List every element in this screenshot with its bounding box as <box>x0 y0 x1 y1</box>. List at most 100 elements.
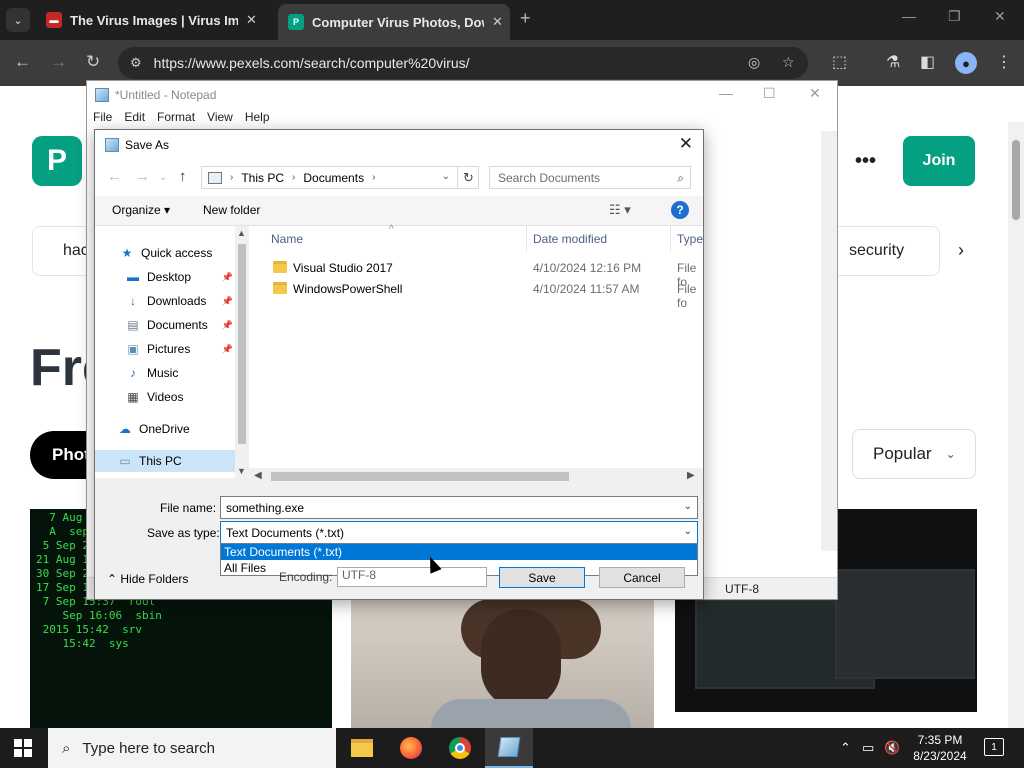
menu-file[interactable]: File <box>93 110 112 130</box>
hide-folders-button[interactable]: ⌃ Hide Folders <box>107 572 188 586</box>
save-as-type-select[interactable]: Text Documents (*.txt) ⌄ <box>220 521 698 544</box>
tab-search-button[interactable]: ⌄ <box>6 8 30 32</box>
notepad-icon <box>105 138 119 152</box>
this-pc-icon: ▭ <box>119 454 131 468</box>
file-name-input[interactable]: something.exe ⌄ <box>220 496 698 519</box>
save-button[interactable]: Save <box>499 567 585 588</box>
menu-format[interactable]: Format <box>157 110 195 130</box>
new-tab-button[interactable]: + <box>520 8 531 29</box>
address-breadcrumb[interactable]: › This PC › Documents › ⌄ <box>201 166 479 189</box>
eye-off-icon[interactable]: ◎ <box>748 54 760 71</box>
scroll-down-icon[interactable]: ▼ <box>237 466 246 476</box>
close-icon[interactable]: ✕ <box>679 134 693 154</box>
cancel-button[interactable]: Cancel <box>599 567 685 588</box>
chevron-up-icon[interactable]: ⌃ <box>840 740 851 756</box>
windows-start-icon[interactable] <box>14 739 32 757</box>
column-header-name[interactable]: Name <box>249 226 527 252</box>
option-text-documents[interactable]: Text Documents (*.txt) <box>221 544 697 560</box>
close-icon[interactable]: ✕ <box>809 85 821 102</box>
system-clock[interactable]: 7:35 PM 8/23/2024 <box>900 732 980 764</box>
status-encoding: UTF-8 <box>725 582 759 596</box>
profile-avatar-icon[interactable]: ● <box>955 52 977 74</box>
recent-locations-icon[interactable]: ⌄ <box>159 172 167 183</box>
volume-muted-icon[interactable]: 🔇 <box>884 740 900 756</box>
pin-icon: 📌 <box>221 343 233 354</box>
refresh-icon: ↻ <box>463 169 474 185</box>
site-settings-icon[interactable]: ⚙ <box>130 55 142 71</box>
pexels-logo[interactable]: P <box>32 136 82 186</box>
menu-edit[interactable]: Edit <box>124 110 145 130</box>
minimize-icon[interactable]: — <box>719 85 733 101</box>
chevron-down-icon[interactable]: ⌄ <box>442 171 450 182</box>
menu-view[interactable]: View <box>207 110 233 130</box>
back-arrow-icon[interactable]: ← <box>14 52 31 72</box>
nav-desktop[interactable]: ▬ Desktop 📌 <box>125 266 235 288</box>
close-window-icon[interactable]: ✕ <box>994 8 1006 25</box>
column-header-type[interactable]: Type <box>671 226 703 252</box>
view-options-icon[interactable]: ☷ ▾ <box>609 202 631 218</box>
file-explorer-app[interactable] <box>338 728 386 768</box>
back-arrow-icon[interactable]: ← <box>107 168 122 185</box>
page-scrollbar[interactable] <box>1008 122 1024 728</box>
minimize-icon[interactable]: — <box>902 8 916 24</box>
labs-flask-icon[interactable]: ⚗ <box>886 52 900 72</box>
nav-music[interactable]: ♪ Music <box>125 362 235 384</box>
notification-icon[interactable]: 1 <box>984 738 1004 756</box>
address-bar[interactable]: ⚙ https://www.pexels.com/search/computer… <box>118 47 808 79</box>
chevron-right-icon[interactable]: › <box>958 240 964 261</box>
organize-button[interactable]: Organize ▾ <box>112 203 170 217</box>
file-list-hscrollbar[interactable]: ◀ ▶ <box>249 468 703 485</box>
star-icon[interactable]: ☆ <box>782 54 795 71</box>
close-icon[interactable]: ✕ <box>492 14 503 30</box>
maximize-icon[interactable]: ☐ <box>763 85 776 102</box>
scroll-right-icon[interactable]: ▶ <box>687 470 695 481</box>
up-arrow-icon[interactable]: ↑ <box>179 168 187 185</box>
restore-icon[interactable]: ❐ <box>948 8 961 25</box>
notepad-icon <box>497 737 521 757</box>
notepad-scrollbar[interactable] <box>821 131 837 551</box>
table-row[interactable]: Visual Studio 2017 4/10/2024 12:16 PM Fi… <box>249 258 703 289</box>
scroll-left-icon[interactable]: ◀ <box>254 470 262 481</box>
unsplash-favicon-icon: ▬ <box>46 12 62 28</box>
tab-computer-virus-photos[interactable]: P Computer Virus Photos, Download ✕ <box>278 4 510 40</box>
join-button[interactable]: Join <box>903 136 975 186</box>
file-list: ^ Name Date modified Type Visual Studio … <box>249 224 703 478</box>
help-icon[interactable]: ? <box>671 201 689 219</box>
new-folder-button[interactable]: New folder <box>203 203 260 217</box>
network-icon[interactable]: ▭ <box>862 740 874 756</box>
nav-videos[interactable]: ▦ Videos <box>125 386 235 408</box>
encoding-select[interactable]: UTF-8 <box>337 567 487 587</box>
chevron-down-icon[interactable]: ⌄ <box>684 526 692 537</box>
search-documents-input[interactable]: Search Documents ⌕ <box>489 166 691 189</box>
notepad-app[interactable] <box>485 728 533 768</box>
sort-dropdown[interactable]: Popular ⌄ <box>852 429 976 479</box>
scroll-up-icon[interactable]: ▲ <box>237 228 246 238</box>
reload-icon[interactable]: ↻ <box>86 52 100 72</box>
breadcrumb-this-pc[interactable]: This PC <box>241 171 284 185</box>
more-dots-icon[interactable]: ••• <box>855 150 876 173</box>
tab-virus-images[interactable]: ▬ The Virus Images | Virus Images ✕ <box>46 6 257 34</box>
navigation-scrollbar[interactable]: ▲ ▼ <box>235 226 249 478</box>
search-chip-security[interactable]: security <box>820 226 940 276</box>
breadcrumb-documents[interactable]: Documents <box>303 171 364 185</box>
close-icon[interactable]: ✕ <box>246 12 257 28</box>
encoding-label: Encoding: <box>279 570 333 584</box>
refresh-button[interactable]: ↻ <box>457 166 479 189</box>
search-icon: ⌕ <box>677 171 684 185</box>
chrome-app[interactable] <box>436 728 484 768</box>
side-panel-icon[interactable]: ◧ <box>920 52 935 72</box>
table-row[interactable]: WindowsPowerShell 4/10/2024 11:57 AM Fil… <box>249 279 703 310</box>
firefox-app[interactable] <box>387 728 435 768</box>
nav-documents[interactable]: ▤ Documents 📌 <box>125 314 235 336</box>
chevron-down-icon[interactable]: ⌄ <box>684 501 692 512</box>
nav-downloads[interactable]: ↓ Downloads 📌 <box>125 290 235 312</box>
extensions-icon[interactable]: ⬚ <box>832 52 847 72</box>
nav-pictures[interactable]: ▣ Pictures 📌 <box>125 338 235 360</box>
menu-help[interactable]: Help <box>245 110 270 130</box>
menu-dots-icon[interactable]: ⋮ <box>996 52 1012 72</box>
nav-this-pc[interactable]: ▭ This PC <box>95 450 235 472</box>
forward-arrow-icon[interactable]: → <box>135 168 150 185</box>
column-header-date[interactable]: Date modified <box>527 226 671 252</box>
taskbar-search-input[interactable]: ⌕ Type here to search <box>48 728 336 768</box>
forward-arrow-icon[interactable]: → <box>50 52 67 72</box>
